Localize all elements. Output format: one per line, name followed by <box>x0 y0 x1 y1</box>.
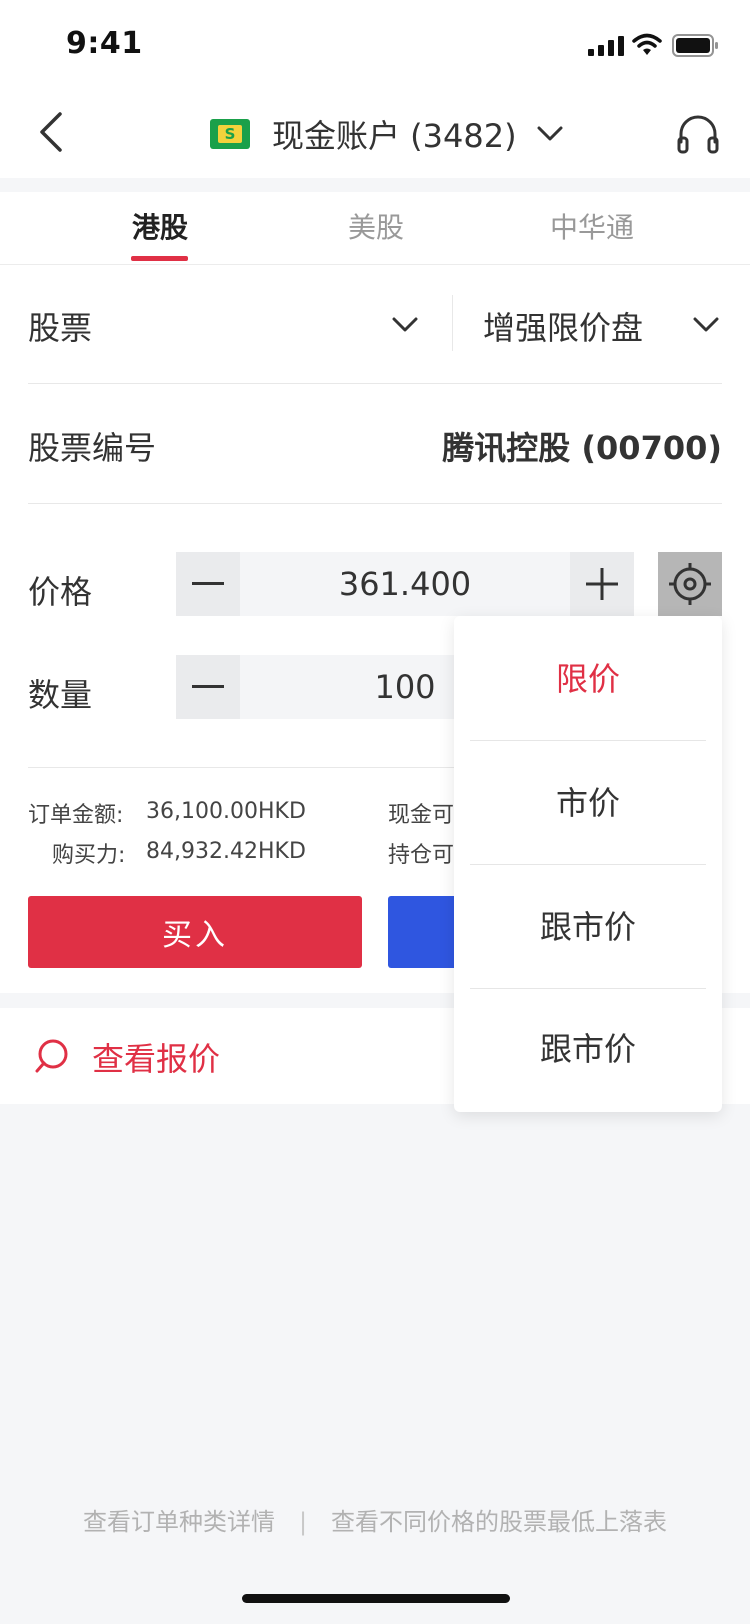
product-type-select[interactable]: 股票 <box>28 265 428 383</box>
current-price-button[interactable] <box>658 552 722 616</box>
quantity-decrement-button[interactable] <box>176 655 240 719</box>
buying-power-label: 购买力: <box>52 843 126 868</box>
price-label: 价格 <box>28 573 93 611</box>
dropdown-item-limit[interactable]: 限价 <box>454 616 722 738</box>
chevron-down-icon <box>693 317 719 332</box>
footer-links: 查看订单种类详情 | 查看不同价格的股票最低上落表 <box>0 1502 750 1537</box>
dropdown-item-follow-market-2[interactable]: 跟市价 <box>454 986 722 1108</box>
tab-china-connect[interactable]: 中华通 <box>512 206 672 246</box>
quantity-label: 数量 <box>28 676 93 714</box>
price-spread-table-link[interactable]: 查看不同价格的股票最低上落表 <box>331 1508 667 1536</box>
target-icon <box>669 563 711 605</box>
home-indicator <box>242 1594 510 1603</box>
back-arrow-icon[interactable] <box>36 110 66 154</box>
vertical-divider <box>452 295 453 351</box>
buying-power-value: 84,932.42 <box>146 839 258 864</box>
price-decrement-button[interactable] <box>176 552 240 616</box>
account-selector[interactable]: S 现金账户 (3482) <box>210 104 563 164</box>
minus-icon <box>192 685 224 688</box>
nav-bar: S 现金账户 (3482) <box>0 90 750 178</box>
search-icon <box>35 1039 68 1073</box>
stock-name[interactable]: 腾讯控股 (00700) <box>442 423 722 469</box>
tab-us-stocks[interactable]: 美股 <box>296 206 456 246</box>
order-type-select[interactable]: 增强限价盘 <box>483 265 723 383</box>
wifi-icon <box>632 33 662 55</box>
price-input[interactable]: 361.400 <box>240 552 570 616</box>
order-type-value: 增强限价盘 <box>483 309 644 347</box>
status-bar: 9:41 <box>0 0 750 90</box>
order-amount-value: 36,100.00 <box>146 799 258 824</box>
footer-separator: | <box>298 1508 308 1536</box>
chevron-down-icon <box>537 126 563 141</box>
market-tabs: 港股 美股 中华通 <box>0 192 750 265</box>
price-type-dropdown: 限价 市价 跟市价 跟市价 <box>454 616 722 1112</box>
signal-icon <box>588 36 624 56</box>
buying-power-currency: HKD <box>258 839 306 864</box>
battery-icon <box>672 34 718 57</box>
order-type-details-link[interactable]: 查看订单种类详情 <box>83 1508 275 1536</box>
dropdown-item-market[interactable]: 市价 <box>454 740 722 862</box>
order-amount-label: 订单金额: <box>28 803 124 828</box>
headset-icon[interactable] <box>676 112 720 156</box>
holding-available-label: 持仓可 <box>388 843 455 868</box>
account-title: 现金账户 (3482) <box>272 117 517 155</box>
dropdown-item-follow-market[interactable]: 跟市价 <box>454 864 722 986</box>
order-amount-currency: HKD <box>258 799 306 824</box>
product-type-value: 股票 <box>28 309 93 347</box>
price-increment-button[interactable] <box>570 552 634 616</box>
plus-icon <box>586 568 618 600</box>
chevron-down-icon <box>392 317 418 332</box>
view-quote-label: 查看报价 <box>92 1040 221 1078</box>
account-money-icon: S <box>210 119 250 149</box>
status-time: 9:41 <box>66 26 143 61</box>
cash-available-label: 现金可 <box>388 803 455 828</box>
tab-hk-stocks[interactable]: 港股 <box>80 206 240 246</box>
buy-button[interactable]: 买入 <box>28 896 362 968</box>
active-tab-indicator <box>131 256 188 261</box>
divider <box>28 503 722 504</box>
stock-code-label: 股票编号 <box>28 429 157 467</box>
minus-icon <box>192 582 224 585</box>
divider <box>28 383 722 384</box>
